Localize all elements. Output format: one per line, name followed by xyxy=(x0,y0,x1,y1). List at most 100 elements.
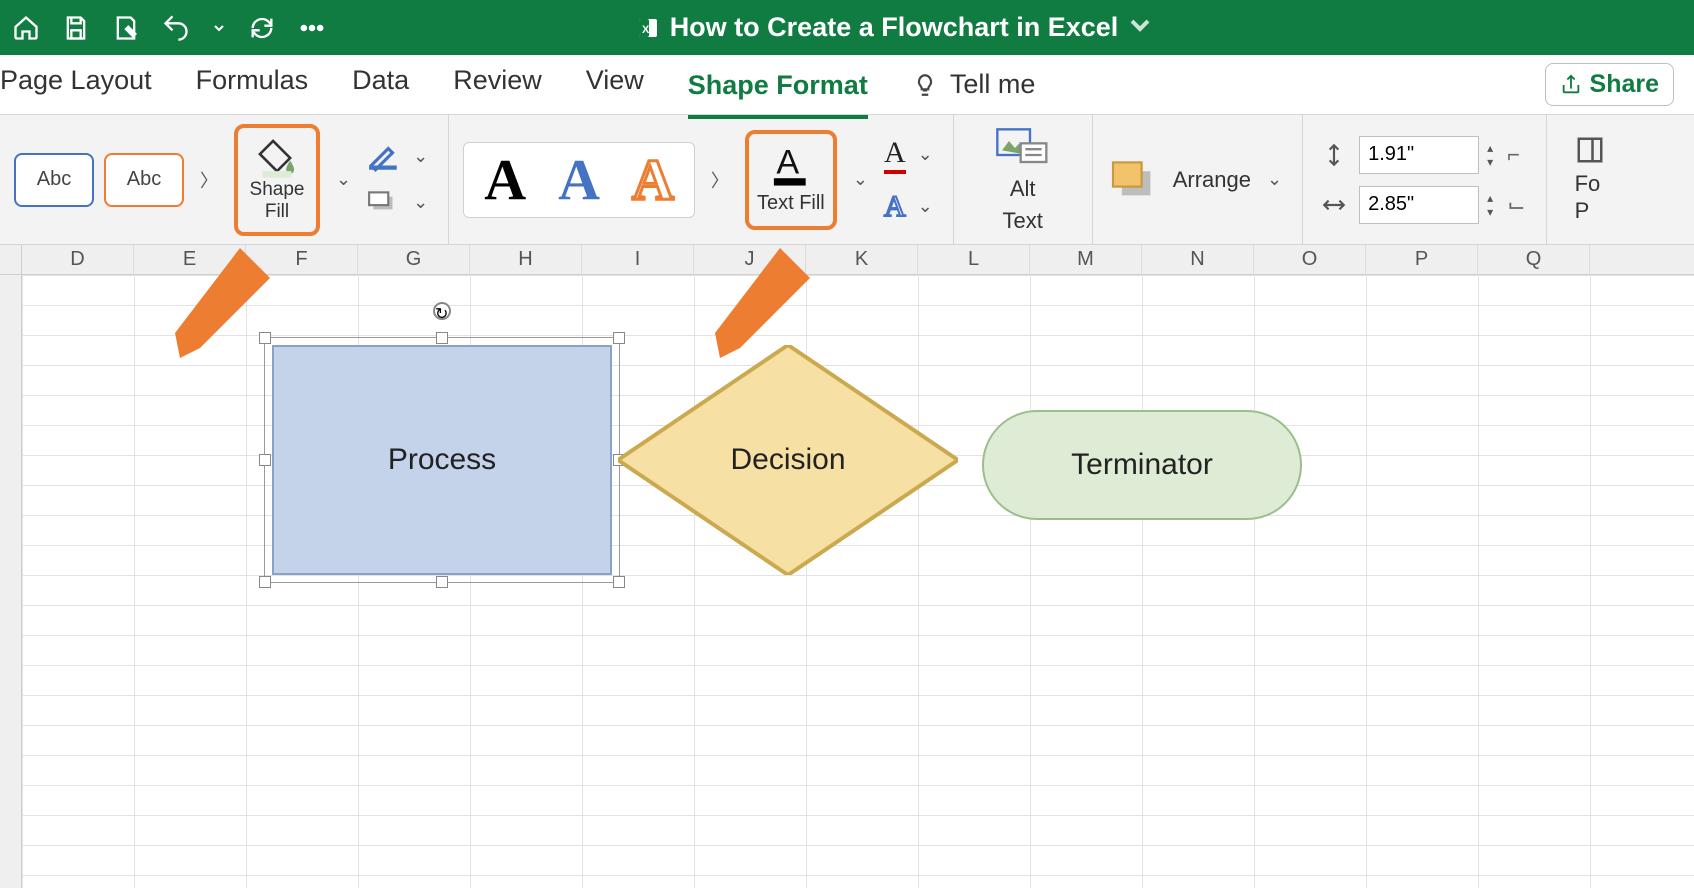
alt-text-icon xyxy=(995,126,1051,170)
shape-fill-icon xyxy=(256,137,298,179)
share-label: Share xyxy=(1590,70,1659,99)
decision-shape[interactable]: Decision xyxy=(618,345,958,575)
text-outline-button[interactable]: A ⌄ xyxy=(884,136,939,174)
resize-handle-se[interactable] xyxy=(613,576,625,588)
col-header[interactable]: H xyxy=(470,245,582,274)
select-all-corner[interactable] xyxy=(0,245,22,275)
quick-access-toolbar xyxy=(12,14,326,42)
ribbon-tabs: Page Layout Formulas Data Review View Sh… xyxy=(0,55,1694,115)
tab-page-layout[interactable]: Page Layout xyxy=(0,59,152,110)
wordart-gallery[interactable]: A A A xyxy=(463,142,695,218)
svg-text:A: A xyxy=(776,144,799,181)
shape-style-preset-2[interactable]: Abc xyxy=(104,153,184,207)
text-fill-dropdown-icon[interactable]: ⌄ xyxy=(847,169,874,190)
shape-outline-button[interactable]: ⌄ xyxy=(367,142,434,172)
save-as-icon[interactable] xyxy=(112,14,140,42)
column-headers: D E F G H I J K L M N O P Q xyxy=(22,245,1694,275)
row-headers[interactable] xyxy=(0,275,22,888)
tab-view[interactable]: View xyxy=(586,59,644,110)
col-header[interactable]: G xyxy=(358,245,470,274)
size-group: ▴▾ ⌐ ▴▾ ⌙ xyxy=(1303,115,1546,244)
wordart-preset-3[interactable]: A xyxy=(632,151,674,209)
refresh-icon[interactable] xyxy=(248,14,276,42)
resize-handle-n[interactable] xyxy=(436,332,448,344)
text-effects-icon: A xyxy=(884,190,906,224)
shape-outline-icon xyxy=(367,142,401,172)
undo-icon[interactable] xyxy=(162,14,190,42)
col-header[interactable]: Q xyxy=(1478,245,1590,274)
tab-shape-format[interactable]: Shape Format xyxy=(688,64,868,119)
shape-effects-button[interactable]: ⌄ xyxy=(367,188,434,218)
shape-effects-icon xyxy=(367,188,401,218)
annotation-arrow-shape-fill xyxy=(150,248,270,368)
shape-width-input[interactable] xyxy=(1359,186,1479,224)
col-header[interactable]: M xyxy=(1030,245,1142,274)
svg-text:X: X xyxy=(642,24,650,36)
share-icon xyxy=(1560,74,1582,96)
alt-text-group: Alt Text xyxy=(954,115,1093,244)
shape-height-input[interactable] xyxy=(1359,136,1479,174)
document-title-area[interactable]: X How to Create a Flowchart in Excel xyxy=(326,12,1462,43)
height-spinner[interactable]: ▴▾ xyxy=(1487,141,1493,169)
share-button[interactable]: Share xyxy=(1545,63,1674,106)
anchor-tr-icon: ⌐ xyxy=(1501,142,1526,168)
shape-fill-label-2: Fill xyxy=(265,201,289,223)
process-shape[interactable]: Process xyxy=(272,345,612,575)
arrange-button[interactable]: Arrange ⌄ xyxy=(1107,158,1288,202)
format-pane-group: Fo P xyxy=(1547,115,1619,244)
ribbon-panel: Abc Abc 〉 Shape Fill ⌄ ⌄ ⌄ A xyxy=(0,115,1694,245)
annotation-arrow-text-fill xyxy=(690,248,810,368)
worksheet-grid[interactable]: ↻ Process Decision Terminator xyxy=(22,275,1694,888)
shape-styles-more-icon[interactable]: 〉 xyxy=(194,167,224,193)
title-bar: X How to Create a Flowchart in Excel xyxy=(0,0,1694,55)
text-effects-button[interactable]: A ⌄ xyxy=(884,190,939,224)
arrange-icon xyxy=(1107,158,1163,202)
col-header[interactable]: I xyxy=(582,245,694,274)
save-icon[interactable] xyxy=(62,14,90,42)
wordart-preset-2[interactable]: A xyxy=(558,151,600,209)
title-chevron-icon xyxy=(1128,13,1152,42)
tell-me[interactable]: Tell me xyxy=(912,69,1036,100)
lightbulb-icon xyxy=(912,72,938,98)
home-icon[interactable] xyxy=(12,14,40,42)
shape-fill-label-1: Shape xyxy=(250,179,305,201)
format-pane-button[interactable]: Fo P xyxy=(1561,135,1605,224)
col-header[interactable]: P xyxy=(1366,245,1478,274)
wordart-more-icon[interactable]: 〉 xyxy=(705,167,735,193)
col-header[interactable]: L xyxy=(918,245,1030,274)
shape-style-preset-1[interactable]: Abc xyxy=(14,153,94,207)
resize-handle-w[interactable] xyxy=(259,454,271,466)
width-spinner[interactable]: ▴▾ xyxy=(1487,191,1493,219)
resize-handle-ne[interactable] xyxy=(613,332,625,344)
alt-text-label-1: Alt xyxy=(1010,176,1036,202)
shape-styles-group: Abc Abc 〉 Shape Fill ⌄ ⌄ ⌄ xyxy=(0,115,449,244)
col-header[interactable]: K xyxy=(806,245,918,274)
rotate-handle[interactable]: ↻ xyxy=(433,302,451,320)
more-icon[interactable] xyxy=(298,14,326,42)
tab-data[interactable]: Data xyxy=(352,59,409,110)
resize-handle-sw[interactable] xyxy=(259,576,271,588)
process-shape-label: Process xyxy=(388,443,496,477)
shape-fill-dropdown-icon[interactable]: ⌄ xyxy=(330,169,357,190)
excel-file-icon: X xyxy=(636,16,660,40)
arrange-group: Arrange ⌄ xyxy=(1093,115,1303,244)
text-fill-button[interactable]: A Text Fill xyxy=(745,130,837,230)
col-header[interactable]: O xyxy=(1254,245,1366,274)
text-fill-label: Text Fill xyxy=(757,192,825,215)
arrange-label: Arrange xyxy=(1173,167,1251,193)
tell-me-label: Tell me xyxy=(950,69,1036,100)
terminator-shape[interactable]: Terminator xyxy=(982,410,1302,520)
tab-review[interactable]: Review xyxy=(453,59,542,110)
shape-fill-button[interactable]: Shape Fill xyxy=(234,124,320,236)
wordart-preset-1[interactable]: A xyxy=(484,151,526,209)
anchor-br-icon: ⌙ xyxy=(1501,192,1531,218)
alt-text-button[interactable]: Alt Text xyxy=(968,126,1078,234)
undo-dropdown-icon[interactable] xyxy=(212,14,226,42)
resize-handle-s[interactable] xyxy=(436,576,448,588)
decision-shape-label: Decision xyxy=(730,443,845,477)
format-pane-icon xyxy=(1575,135,1605,165)
width-icon xyxy=(1317,192,1351,218)
tab-formulas[interactable]: Formulas xyxy=(196,59,309,110)
col-header[interactable]: D xyxy=(22,245,134,274)
col-header[interactable]: N xyxy=(1142,245,1254,274)
